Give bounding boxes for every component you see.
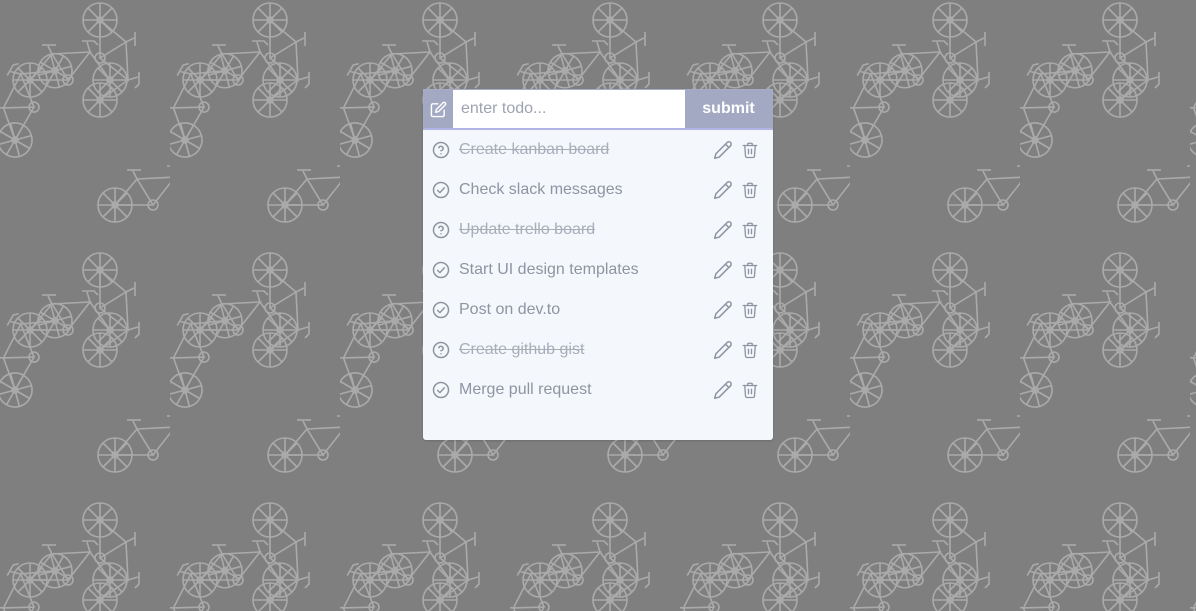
question-circle-icon[interactable] <box>432 341 450 359</box>
todo-text: Start UI design templates <box>459 261 639 278</box>
todo-text: Create kanban board <box>459 141 610 158</box>
todo-item: Merge pull request <box>423 370 773 410</box>
todo-item: Start UI design templates <box>423 250 773 290</box>
pencil-icon[interactable] <box>713 180 733 200</box>
trash-icon[interactable] <box>741 340 759 360</box>
todo-item: Post on dev.to <box>423 290 773 330</box>
todo-text: Merge pull request <box>459 381 592 398</box>
pencil-icon[interactable] <box>713 260 733 280</box>
todo-text: Post on dev.to <box>459 301 561 318</box>
todo-form: submit <box>423 89 773 130</box>
trash-icon[interactable] <box>741 300 759 320</box>
trash-icon[interactable] <box>741 220 759 240</box>
trash-icon[interactable] <box>741 180 759 200</box>
trash-icon[interactable] <box>741 140 759 160</box>
todo-text: Check slack messages <box>459 181 623 198</box>
pencil-icon[interactable] <box>713 300 733 320</box>
check-circle-icon[interactable] <box>432 261 450 279</box>
question-circle-icon[interactable] <box>432 221 450 239</box>
edit-square-icon <box>424 90 453 128</box>
todo-list: Create kanban board Check slack messages U… <box>423 130 773 410</box>
check-circle-icon[interactable] <box>432 381 450 399</box>
pencil-icon[interactable] <box>713 380 733 400</box>
todo-item: Create github gist <box>423 330 773 370</box>
todo-item: Check slack messages <box>423 170 773 210</box>
question-circle-icon[interactable] <box>432 141 450 159</box>
trash-icon[interactable] <box>741 260 759 280</box>
todo-text: Create github gist <box>459 341 585 358</box>
todo-card: submit Create kanban board Check slack me… <box>423 89 773 440</box>
pencil-icon[interactable] <box>713 220 733 240</box>
todo-text: Update trello board <box>459 221 596 238</box>
pencil-icon[interactable] <box>713 140 733 160</box>
todo-item: Update trello board <box>423 210 773 250</box>
check-circle-icon[interactable] <box>432 301 450 319</box>
submit-button[interactable]: submit <box>685 90 772 128</box>
trash-icon[interactable] <box>741 380 759 400</box>
todo-input[interactable] <box>453 90 685 128</box>
todo-item: Create kanban board <box>423 130 773 170</box>
check-circle-icon[interactable] <box>432 181 450 199</box>
pencil-icon[interactable] <box>713 340 733 360</box>
